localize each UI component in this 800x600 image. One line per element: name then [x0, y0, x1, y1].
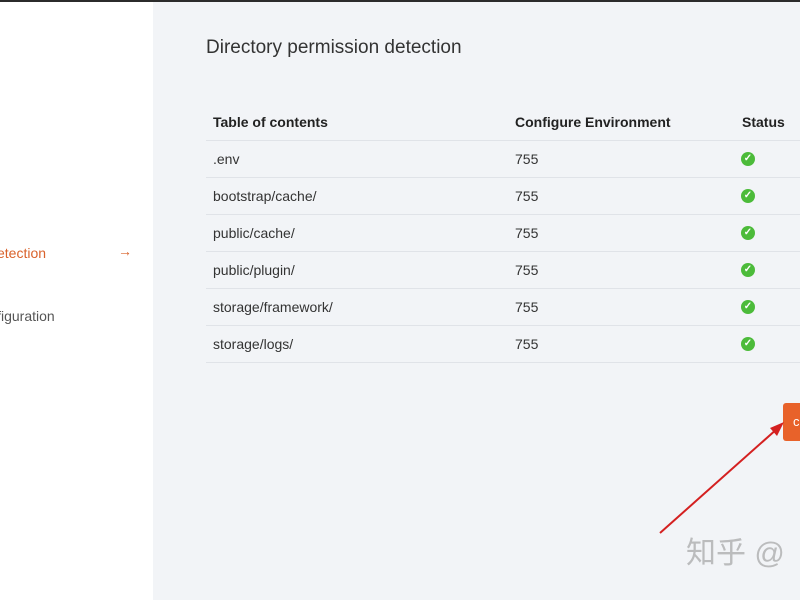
directory-cell: public/cache/	[213, 225, 295, 241]
table-row: public/plugin/ 755 ✓	[206, 252, 800, 289]
check-circle-icon: ✓	[741, 189, 755, 203]
sidebar-item-configuration[interactable]: ifiguration	[0, 308, 55, 324]
permission-cell: 755	[515, 299, 539, 315]
sidebar: etection → ifiguration	[0, 2, 153, 600]
check-circle-icon: ✓	[741, 226, 755, 240]
permission-cell: 755	[515, 336, 539, 352]
column-header-permission: Configure Environment	[515, 114, 671, 130]
check-circle-icon: ✓	[741, 300, 755, 314]
arrow-right-icon: →	[118, 243, 132, 259]
page-title: Directory permission detection	[206, 37, 462, 58]
sidebar-item-directory-detection[interactable]: etection	[0, 245, 46, 261]
next-step-button[interactable]: c	[783, 403, 800, 441]
permission-cell: 755	[515, 262, 539, 278]
check-circle-icon: ✓	[741, 337, 755, 351]
permission-cell: 755	[515, 225, 539, 241]
table-row: storage/framework/ 755 ✓	[206, 289, 800, 326]
directory-cell: .env	[213, 151, 240, 167]
table-row: bootstrap/cache/ 755 ✓	[206, 178, 800, 215]
watermark: 知乎 @	[686, 537, 785, 570]
column-header-directory: Table of contents	[213, 114, 328, 130]
directory-cell: public/plugin/	[213, 262, 295, 278]
table-header-row: Table of contents Configure Environment …	[206, 104, 800, 141]
directory-cell: storage/framework/	[213, 299, 333, 315]
directory-cell: bootstrap/cache/	[213, 188, 317, 204]
directory-cell: storage/logs/	[213, 336, 294, 352]
table-row: public/cache/ 755 ✓	[206, 215, 800, 252]
table-row: storage/logs/ 755 ✓	[206, 326, 800, 363]
column-header-status: Status	[742, 114, 785, 130]
check-circle-icon: ✓	[741, 263, 755, 277]
permission-table: Table of contents Configure Environment …	[206, 104, 800, 363]
table-row: .env 755 ✓	[206, 141, 800, 178]
permission-cell: 755	[515, 188, 539, 204]
permission-cell: 755	[515, 151, 539, 167]
check-circle-icon: ✓	[741, 152, 755, 166]
main-panel: Directory permission detection Table of …	[153, 2, 800, 600]
